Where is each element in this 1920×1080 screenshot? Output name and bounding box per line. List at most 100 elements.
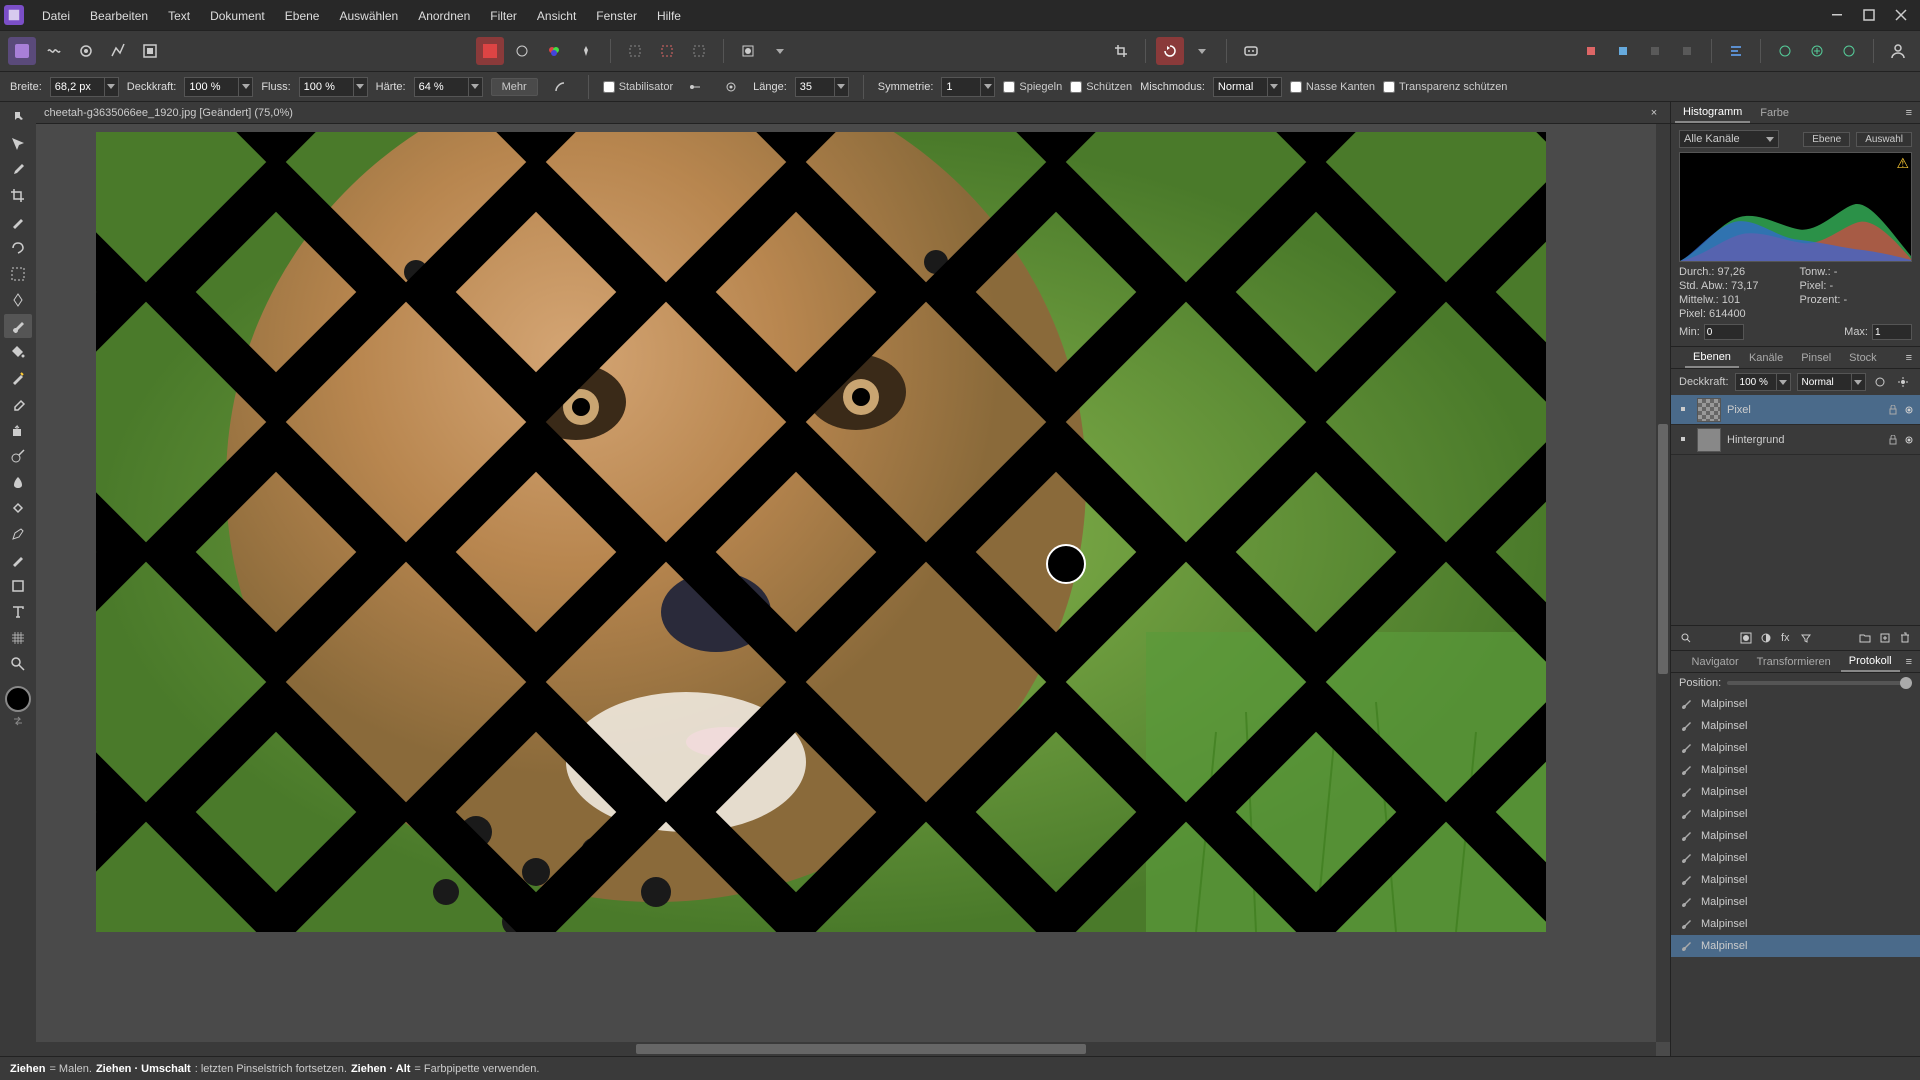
pen-tool[interactable]	[4, 522, 32, 546]
shape-tool[interactable]	[4, 574, 32, 598]
live-filter-button[interactable]	[1797, 629, 1815, 647]
color-tab[interactable]: Farbe	[1752, 104, 1797, 122]
menu-ansicht[interactable]: Ansicht	[527, 6, 586, 26]
history-item[interactable]: Malpinsel	[1671, 891, 1920, 913]
export-persona-button[interactable]	[136, 37, 164, 65]
visibility-icon[interactable]	[1904, 405, 1914, 415]
clone-tool[interactable]	[4, 418, 32, 442]
protect-alpha-checkbox[interactable]: Transparenz schützen	[1383, 81, 1507, 93]
transform-tab[interactable]: Transformieren	[1749, 653, 1839, 671]
layers-panel-menu-button[interactable]: ≡	[1902, 352, 1916, 364]
layer-row[interactable]: Pixel	[1671, 395, 1920, 425]
symmetry-input[interactable]	[941, 77, 981, 97]
foreground-color-swatch[interactable]	[5, 686, 31, 712]
layers-tab[interactable]: Ebenen	[1685, 348, 1739, 368]
color-picker-tool[interactable]	[4, 158, 32, 182]
rope-mode-button[interactable]	[681, 73, 709, 101]
history-tab[interactable]: Protokoll	[1841, 652, 1900, 672]
document-tab[interactable]: cheetah-g3635066ee_1920.jpg [Geändert] (…	[36, 102, 1670, 124]
history-item[interactable]: Malpinsel	[1671, 935, 1920, 957]
history-item[interactable]: Malpinsel	[1671, 913, 1920, 935]
selection-scope-button[interactable]: Auswahl	[1856, 132, 1912, 147]
freehand-selection-tool[interactable]	[4, 236, 32, 260]
panel-menu-button[interactable]: ≡	[1902, 107, 1916, 119]
zoom-tool[interactable]	[4, 652, 32, 676]
history-item[interactable]: Malpinsel	[1671, 869, 1920, 891]
develop-persona-button[interactable]	[72, 37, 100, 65]
close-button[interactable]	[1886, 3, 1916, 27]
menu-anordnen[interactable]: Anordnen	[408, 6, 480, 26]
width-input[interactable]	[50, 77, 105, 97]
menu-dokument[interactable]: Dokument	[200, 6, 275, 26]
menu-auswählen[interactable]: Auswählen	[329, 6, 408, 26]
wet-edges-checkbox[interactable]: Nasse Kanten	[1290, 81, 1375, 93]
auto-white-balance-button[interactable]	[572, 37, 600, 65]
mask-layer-button[interactable]	[1737, 629, 1755, 647]
flow-input[interactable]	[299, 77, 354, 97]
history-item[interactable]: Malpinsel	[1671, 781, 1920, 803]
channels-tab[interactable]: Kanäle	[1741, 349, 1791, 367]
menu-fenster[interactable]: Fenster	[586, 6, 647, 26]
retouch-tool[interactable]	[4, 548, 32, 572]
more-button[interactable]: Mehr	[491, 78, 538, 96]
length-dropdown[interactable]	[835, 77, 849, 97]
selection-subtract-button[interactable]	[685, 37, 713, 65]
auto-levels-button[interactable]	[508, 37, 536, 65]
mesh-tool[interactable]	[4, 626, 32, 650]
marquee-tool[interactable]	[4, 262, 32, 286]
view-tool[interactable]	[4, 106, 32, 130]
account-button[interactable]	[1884, 37, 1912, 65]
navigator-tab[interactable]: Navigator	[1684, 653, 1747, 671]
arrange-down-button[interactable]	[1673, 37, 1701, 65]
history-item[interactable]: Malpinsel	[1671, 693, 1920, 715]
group-layers-button[interactable]	[1856, 629, 1874, 647]
auto-colors-button[interactable]	[540, 37, 568, 65]
layer-opacity-dropdown[interactable]	[1777, 373, 1791, 391]
layer-blend-select[interactable]: Normal	[1797, 373, 1852, 391]
layer-cog-button[interactable]	[1895, 373, 1912, 391]
max-input[interactable]	[1872, 324, 1912, 340]
maximize-button[interactable]	[1854, 3, 1884, 27]
hardness-dropdown[interactable]	[469, 77, 483, 97]
sync-cloud-button[interactable]	[1835, 37, 1863, 65]
add-layer-button[interactable]	[1876, 629, 1894, 647]
width-dropdown[interactable]	[105, 77, 119, 97]
text-tool[interactable]	[4, 600, 32, 624]
window-mode-button[interactable]	[717, 73, 745, 101]
search-layers-button[interactable]	[1677, 629, 1695, 647]
pressure-button[interactable]	[546, 73, 574, 101]
rotate-dropdown[interactable]	[1188, 37, 1216, 65]
sync-button[interactable]	[1771, 37, 1799, 65]
rotate-button[interactable]	[1156, 37, 1184, 65]
layer-fx-button[interactable]	[1872, 373, 1889, 391]
tone-mapping-persona-button[interactable]	[104, 37, 132, 65]
vertical-scrollbar[interactable]	[1656, 124, 1670, 1042]
sync-add-button[interactable]	[1803, 37, 1831, 65]
arrange-up-button[interactable]	[1641, 37, 1669, 65]
mirror-checkbox[interactable]: Spiegeln	[1003, 81, 1062, 93]
histogram-tab[interactable]: Histogramm	[1675, 103, 1750, 123]
min-input[interactable]	[1704, 324, 1744, 340]
smudge-tool[interactable]	[4, 470, 32, 494]
layer-blend-dropdown[interactable]	[1852, 373, 1866, 391]
menu-hilfe[interactable]: Hilfe	[647, 6, 691, 26]
crop-button[interactable]	[1107, 37, 1135, 65]
layer-scope-button[interactable]: Ebene	[1803, 132, 1850, 147]
history-item[interactable]: Malpinsel	[1671, 759, 1920, 781]
horizontal-scrollbar[interactable]	[36, 1042, 1656, 1056]
history-slider[interactable]	[1727, 681, 1912, 685]
photo-persona-button[interactable]	[8, 37, 36, 65]
flow-dropdown[interactable]	[354, 77, 368, 97]
blendmode-dropdown[interactable]	[1268, 77, 1282, 97]
channel-select[interactable]: Alle Kanäle	[1679, 130, 1779, 148]
menu-text[interactable]: Text	[158, 6, 200, 26]
assistant-button[interactable]	[1237, 37, 1265, 65]
paint-brush-tool[interactable]	[4, 314, 32, 338]
brushes-tab[interactable]: Pinsel	[1793, 349, 1839, 367]
history-item[interactable]: Malpinsel	[1671, 803, 1920, 825]
length-input[interactable]	[795, 77, 835, 97]
liquify-persona-button[interactable]	[40, 37, 68, 65]
blendmode-select[interactable]: Normal	[1213, 77, 1268, 97]
arrange-front-button[interactable]	[1609, 37, 1637, 65]
menu-datei[interactable]: Datei	[32, 6, 80, 26]
